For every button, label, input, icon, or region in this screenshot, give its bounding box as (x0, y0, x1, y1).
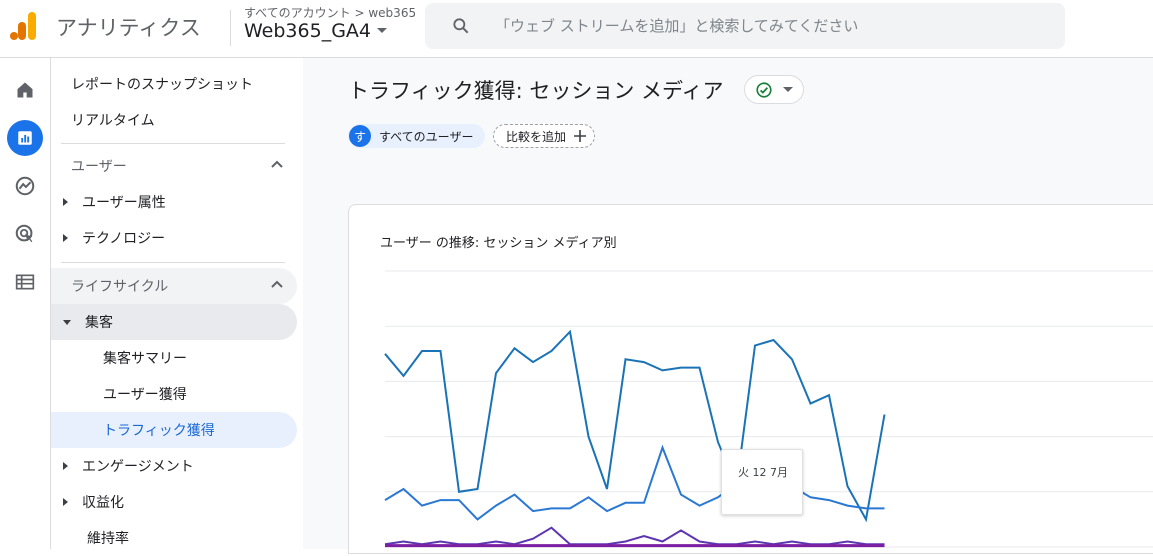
advertising-icon (15, 224, 33, 243)
nav-lifecycle-section[interactable]: ライフサイクル (51, 268, 297, 304)
caret-right-icon (63, 198, 68, 206)
app-name: アナリティクス (56, 16, 201, 40)
top-bar: アナリティクス すべてのアカウント > web365 Web365_GA4 (0, 0, 1153, 58)
nav-user-attributes-label: ユーザー属性 (82, 195, 166, 211)
nav-lifecycle-label: ライフサイクル (71, 279, 169, 295)
nav-traffic-acquisition-label: トラフィック獲得 (103, 423, 215, 439)
report-status-button[interactable] (744, 75, 804, 104)
nav-acquisition-label: 集客 (85, 315, 113, 331)
nav-retention[interactable]: 維持率 (51, 520, 297, 556)
home-icon (17, 82, 33, 98)
nav-engagement-label: エンゲージメント (82, 459, 194, 475)
nav-user-acquisition-label: ユーザー獲得 (103, 387, 187, 403)
series-line-1[interactable] (384, 329, 886, 523)
main-content: トラフィック獲得: セッション メディア す すべてのユーザー 比較を追加 ユー… (303, 58, 1153, 554)
series-line-2[interactable] (384, 444, 885, 521)
nav-realtime[interactable]: リアルタイム (51, 102, 297, 138)
explore-icon (15, 176, 35, 196)
search-input[interactable] (495, 17, 1055, 35)
configure-nav-button[interactable] (7, 264, 43, 300)
account-breadcrumb[interactable]: すべてのアカウント > web365 (244, 4, 416, 21)
nav-realtime-label: リアルタイム (71, 113, 155, 129)
report-nav: レポートのスナップショット リアルタイム ユーザー ユーザー属性 テクノロジー … (51, 58, 303, 549)
dropdown-arrow-icon (377, 28, 387, 33)
left-rail (0, 58, 51, 549)
dropdown-arrow-icon (783, 86, 793, 92)
reports-nav-button[interactable] (7, 120, 43, 156)
segment-avatar: す (349, 125, 371, 147)
property-selector[interactable]: Web365_GA4 (244, 20, 387, 42)
nav-user-section[interactable]: ユーザー (51, 148, 297, 184)
search-icon (453, 18, 469, 34)
reports-icon (18, 131, 32, 145)
add-comparison-button[interactable]: 比較を追加 (493, 124, 596, 148)
segment-chip[interactable]: す すべてのユーザー (348, 124, 486, 148)
chart-tooltip: 火 12 7月 (721, 449, 803, 515)
chevron-up-icon (271, 160, 283, 168)
nav-acquisition-overview-label: 集客サマリー (103, 351, 187, 367)
nav-retention-label: 維持率 (87, 531, 129, 547)
caret-right-icon (63, 234, 68, 242)
segment-label: すべてのユーザー (379, 129, 474, 144)
header-divider (230, 10, 231, 46)
nav-monetization[interactable]: 収益化 (51, 484, 297, 520)
search-bar[interactable] (425, 3, 1065, 49)
nav-engagement[interactable]: エンゲージメント (51, 448, 297, 484)
analytics-logo-icon[interactable] (8, 10, 40, 42)
add-comparison-label: 比較を追加 (506, 129, 567, 144)
nav-divider (61, 143, 285, 144)
plus-icon (574, 130, 587, 142)
nav-acquisition[interactable]: 集客 (51, 304, 297, 340)
nav-traffic-acquisition[interactable]: トラフィック獲得 (51, 412, 297, 448)
nav-user-section-label: ユーザー (71, 159, 127, 175)
nav-divider (61, 262, 285, 263)
nav-snapshot-label: レポートのスナップショット (71, 77, 253, 93)
chevron-up-icon (271, 280, 283, 288)
advertising-nav-button[interactable] (7, 216, 43, 252)
explore-nav-button[interactable] (7, 168, 43, 204)
nav-technology[interactable]: テクノロジー (51, 220, 297, 256)
list-icon (15, 274, 35, 290)
caret-right-icon (63, 498, 68, 506)
caret-right-icon (63, 462, 68, 470)
nav-technology-label: テクノロジー (82, 231, 166, 247)
home-nav-button[interactable] (7, 72, 43, 108)
nav-monetization-label: 収益化 (82, 495, 124, 511)
property-name: Web365_GA4 (244, 20, 371, 42)
series-line-3[interactable] (384, 526, 885, 546)
nav-user-attributes[interactable]: ユーザー属性 (51, 184, 297, 220)
chart-card: ユーザー の推移: セッション メディア別 火 12 7月 (348, 204, 1153, 554)
tooltip-date: 火 12 7月 (738, 466, 788, 479)
caret-down-icon (63, 319, 71, 325)
check-circle-icon (756, 81, 772, 98)
page-title: トラフィック獲得: セッション メディア (348, 79, 724, 103)
nav-snapshot[interactable]: レポートのスナップショット (51, 66, 297, 102)
nav-acquisition-overview[interactable]: 集客サマリー (51, 340, 297, 376)
nav-user-acquisition[interactable]: ユーザー獲得 (51, 376, 297, 412)
